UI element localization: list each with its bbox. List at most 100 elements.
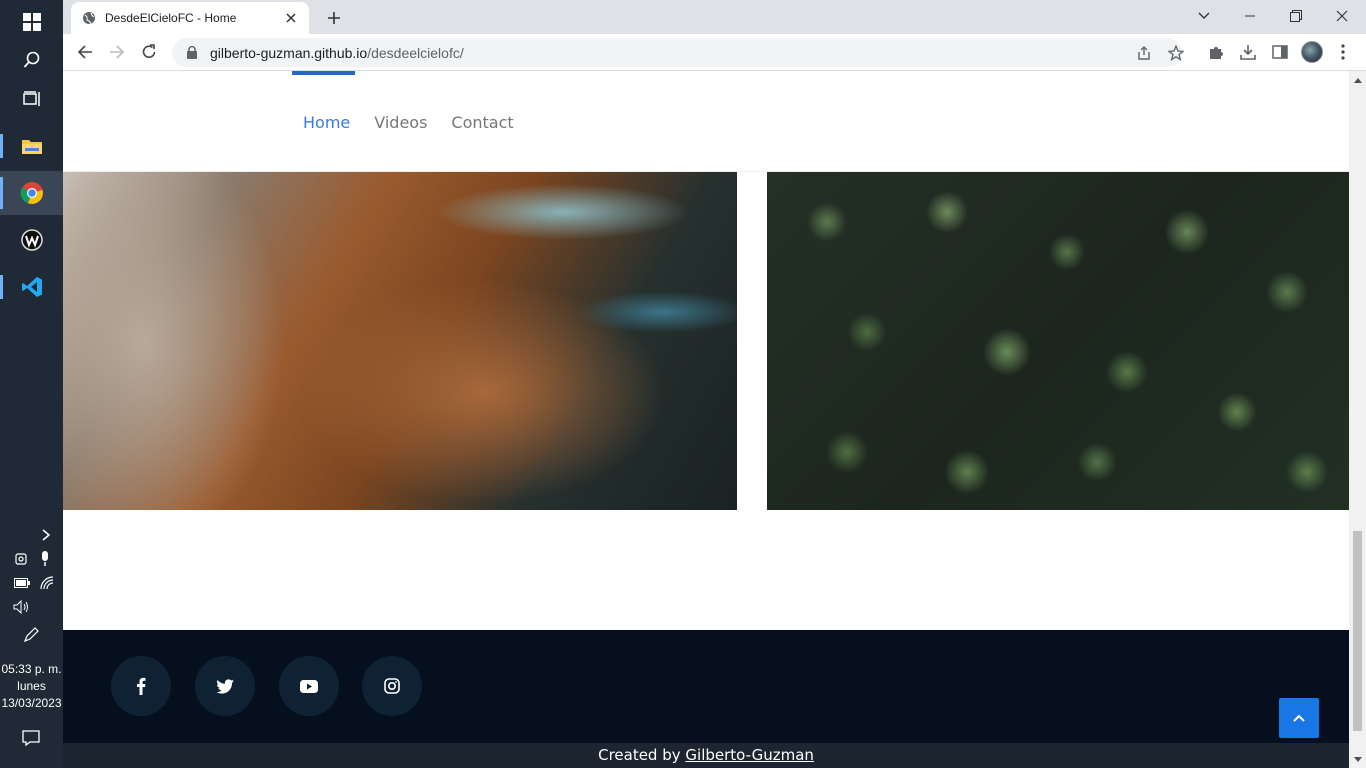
chrome-icon — [20, 182, 43, 204]
author-link[interactable]: Gilberto-Guzman — [685, 746, 814, 764]
address-bar[interactable]: gilberto-guzman.github.io/desdeelcielofc… — [172, 38, 1184, 67]
pen-tray[interactable] — [21, 625, 41, 645]
new-tab-button[interactable] — [321, 5, 347, 31]
back-to-top-button[interactable] — [1279, 698, 1319, 738]
back-button[interactable] — [71, 38, 99, 66]
camera-icon — [15, 553, 27, 565]
nav-contact[interactable]: Contact — [451, 113, 513, 132]
main-nav: Home Videos Contact — [303, 113, 514, 132]
show-hidden-icons[interactable] — [36, 525, 56, 545]
avatar — [1301, 41, 1323, 63]
share-icon[interactable] — [1130, 38, 1158, 67]
battery-tray[interactable] — [12, 573, 32, 593]
site-header: Home Videos Contact — [63, 71, 1349, 172]
notification-icon — [22, 730, 40, 746]
action-center-button[interactable] — [21, 728, 41, 748]
facebook-icon — [137, 677, 146, 695]
scroll-up-arrow[interactable] — [1349, 71, 1366, 88]
nav-videos[interactable]: Videos — [374, 113, 427, 132]
nav-home[interactable]: Home — [303, 113, 350, 132]
taskbar-vscode[interactable] — [0, 265, 63, 309]
active-indicator — [292, 71, 355, 75]
youtube-icon — [300, 679, 318, 693]
vscode-icon — [21, 277, 42, 297]
clock-date: 13/03/2023 — [1, 696, 62, 710]
search-button[interactable] — [0, 38, 63, 82]
facebook-link[interactable] — [111, 656, 171, 716]
clock-time: 05:33 p. m. — [1, 662, 62, 676]
taskbar: 05:33 p. m. lunes 13/03/2023 — [0, 0, 63, 768]
bookmark-star-icon[interactable] — [1162, 38, 1190, 67]
search-icon — [23, 51, 39, 68]
browser-toolbar: gilberto-guzman.github.io/desdeelcielofc… — [63, 34, 1366, 71]
scroll-down-arrow[interactable] — [1349, 751, 1366, 768]
wifi-icon — [40, 576, 54, 590]
page-scrollbar[interactable] — [1349, 71, 1366, 768]
close-icon — [1336, 10, 1348, 22]
battery-icon — [14, 578, 30, 588]
mountain-valley-photo — [63, 172, 737, 510]
close-window-button[interactable] — [1319, 0, 1365, 32]
task-view-button[interactable] — [0, 77, 63, 121]
scroll-up-icon — [1353, 77, 1362, 83]
extensions-button[interactable] — [1202, 38, 1230, 66]
downloads-button[interactable] — [1234, 38, 1262, 66]
url-path: /desdeelcielofc/ — [367, 44, 464, 61]
taskbar-chrome[interactable] — [0, 171, 63, 215]
volume-tray[interactable] — [12, 597, 32, 617]
puzzle-icon — [1210, 47, 1223, 59]
speaker-icon — [13, 600, 28, 614]
page-viewport: Home Videos Contact Created by Gilberto-… — [63, 71, 1349, 768]
reload-icon — [142, 44, 156, 58]
url-host: gilberto-guzman.github.io — [210, 44, 368, 61]
meet-now-tray[interactable] — [12, 549, 32, 569]
clock[interactable]: 05:33 p. m. lunes 13/03/2023 — [0, 661, 63, 712]
chevron-right-icon — [42, 529, 51, 541]
taskbar-app-w[interactable] — [0, 218, 63, 262]
close-tab-icon[interactable] — [283, 10, 299, 26]
download-icon — [1240, 45, 1256, 60]
browser-tab[interactable]: DesdeElCieloFC - Home — [71, 2, 309, 34]
twitter-link[interactable] — [195, 656, 255, 716]
tab-title: DesdeElCieloFC - Home — [105, 11, 237, 25]
pen-icon — [23, 627, 39, 643]
plus-icon — [328, 12, 340, 24]
tab-search-button[interactable] — [1181, 0, 1227, 32]
arrow-left-icon — [77, 45, 92, 59]
lock-icon — [184, 45, 200, 61]
globe-icon — [81, 10, 97, 26]
microphone-icon — [42, 551, 48, 566]
minimize-button[interactable] — [1227, 0, 1273, 32]
instagram-link[interactable] — [362, 656, 422, 716]
profile-button[interactable] — [1298, 38, 1326, 66]
scroll-down-icon — [1353, 756, 1362, 762]
twitter-icon — [216, 678, 234, 694]
folder-icon — [21, 140, 42, 154]
w-app-icon — [20, 229, 43, 251]
youtube-link[interactable] — [279, 656, 339, 716]
copyright-prefix: Created by — [598, 746, 686, 764]
forest-treetops-photo — [767, 172, 1349, 510]
clock-day: lunes — [17, 679, 46, 693]
footer — [63, 630, 1349, 743]
microphone-tray[interactable] — [35, 549, 55, 569]
arrow-right-icon — [110, 45, 125, 59]
side-panel-icon — [1272, 45, 1288, 59]
scroll-thumb[interactable] — [1353, 531, 1362, 731]
kebab-menu-icon — [1341, 44, 1345, 60]
windows-icon — [22, 13, 41, 31]
side-panel-button[interactable] — [1266, 38, 1294, 66]
browser-chrome: DesdeElCieloFC - Home gilberto-guzman.gi… — [63, 0, 1366, 71]
reload-button[interactable] — [135, 38, 163, 66]
instagram-icon — [384, 678, 400, 694]
restore-icon — [1290, 10, 1302, 22]
restore-button[interactable] — [1273, 0, 1319, 32]
chevron-up-icon — [1293, 714, 1305, 722]
network-tray[interactable] — [37, 573, 57, 593]
menu-button[interactable] — [1329, 38, 1357, 66]
forward-button[interactable] — [103, 38, 131, 66]
chevron-down-icon — [1198, 12, 1210, 19]
task-view-icon — [22, 91, 40, 106]
minimize-icon — [1245, 15, 1255, 17]
taskbar-file-explorer[interactable] — [0, 124, 63, 168]
